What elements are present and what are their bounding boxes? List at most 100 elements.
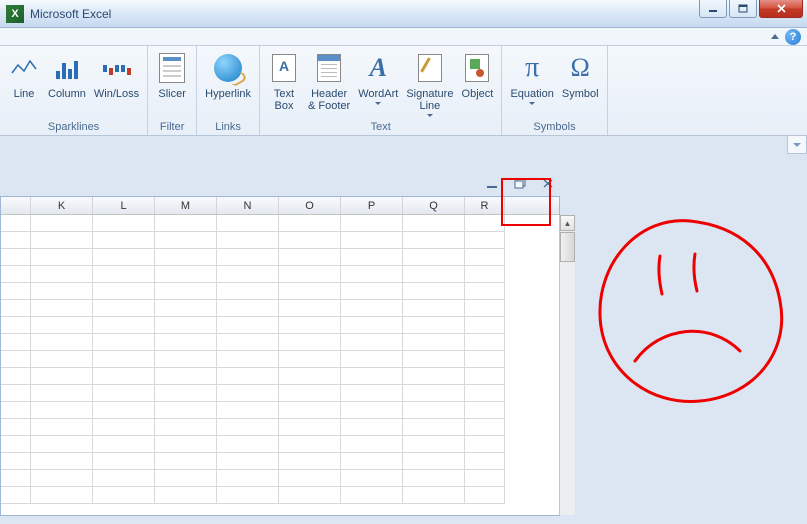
cell[interactable] xyxy=(279,283,341,300)
cell[interactable] xyxy=(1,249,31,266)
cell[interactable] xyxy=(465,402,505,419)
cell[interactable] xyxy=(1,215,31,232)
formula-bar-expand[interactable] xyxy=(787,136,807,154)
cell[interactable] xyxy=(279,334,341,351)
cell[interactable] xyxy=(279,436,341,453)
spreadsheet-grid[interactable] xyxy=(1,215,559,504)
cell[interactable] xyxy=(403,215,465,232)
column-header[interactable] xyxy=(1,197,31,214)
cell[interactable] xyxy=(93,436,155,453)
vertical-scrollbar[interactable]: ▲ xyxy=(559,215,575,515)
cell[interactable] xyxy=(403,232,465,249)
cell[interactable] xyxy=(403,266,465,283)
cell[interactable] xyxy=(217,470,279,487)
cell[interactable] xyxy=(403,249,465,266)
cell[interactable] xyxy=(93,351,155,368)
column-header[interactable]: N xyxy=(217,197,279,214)
cell[interactable] xyxy=(93,368,155,385)
cell[interactable] xyxy=(155,453,217,470)
cell[interactable] xyxy=(403,300,465,317)
cell[interactable] xyxy=(31,419,93,436)
cell[interactable] xyxy=(465,436,505,453)
cell[interactable] xyxy=(217,215,279,232)
cell[interactable] xyxy=(93,334,155,351)
help-icon[interactable]: ? xyxy=(785,29,801,45)
cell[interactable] xyxy=(341,334,403,351)
cell[interactable] xyxy=(155,487,217,504)
cell[interactable] xyxy=(341,266,403,283)
cell[interactable] xyxy=(403,334,465,351)
cell[interactable] xyxy=(93,317,155,334)
cell[interactable] xyxy=(93,402,155,419)
cell[interactable] xyxy=(279,402,341,419)
cell[interactable] xyxy=(31,368,93,385)
cell[interactable] xyxy=(279,419,341,436)
line-button[interactable]: Line xyxy=(4,48,44,119)
cell[interactable] xyxy=(93,487,155,504)
cell[interactable] xyxy=(31,453,93,470)
cell[interactable] xyxy=(155,351,217,368)
cell[interactable] xyxy=(279,470,341,487)
cell[interactable] xyxy=(465,351,505,368)
cell[interactable] xyxy=(465,283,505,300)
cell[interactable] xyxy=(403,436,465,453)
cell[interactable] xyxy=(341,232,403,249)
cell[interactable] xyxy=(465,334,505,351)
cell[interactable] xyxy=(465,419,505,436)
cell[interactable] xyxy=(465,266,505,283)
cell[interactable] xyxy=(155,385,217,402)
cell[interactable] xyxy=(155,232,217,249)
cell[interactable] xyxy=(341,487,403,504)
cell[interactable] xyxy=(465,232,505,249)
column-button[interactable]: Column xyxy=(44,48,90,119)
minimize-ribbon-icon[interactable] xyxy=(771,34,779,39)
cell[interactable] xyxy=(465,249,505,266)
cell[interactable] xyxy=(403,453,465,470)
cell[interactable] xyxy=(465,385,505,402)
cell[interactable] xyxy=(31,249,93,266)
scroll-thumb[interactable] xyxy=(560,232,575,262)
cell[interactable] xyxy=(279,232,341,249)
cell[interactable] xyxy=(155,283,217,300)
signature-line-button[interactable]: SignatureLine xyxy=(402,48,457,119)
cell[interactable] xyxy=(93,300,155,317)
maximize-button[interactable] xyxy=(729,0,757,18)
cell[interactable] xyxy=(465,453,505,470)
cell[interactable] xyxy=(31,334,93,351)
object-button[interactable]: Object xyxy=(457,48,497,119)
hyperlink-button[interactable]: Hyperlink xyxy=(201,48,255,119)
cell[interactable] xyxy=(341,385,403,402)
workbook-minimize-button[interactable] xyxy=(485,177,499,190)
cell[interactable] xyxy=(31,436,93,453)
cell[interactable] xyxy=(217,351,279,368)
scroll-up-button[interactable]: ▲ xyxy=(560,215,575,231)
cell[interactable] xyxy=(279,368,341,385)
cell[interactable] xyxy=(1,453,31,470)
close-button[interactable] xyxy=(759,0,803,18)
cell[interactable] xyxy=(217,283,279,300)
column-header[interactable]: R xyxy=(465,197,505,214)
cell[interactable] xyxy=(465,215,505,232)
cell[interactable] xyxy=(31,300,93,317)
cell[interactable] xyxy=(31,487,93,504)
cell[interactable] xyxy=(155,334,217,351)
cell[interactable] xyxy=(403,368,465,385)
cell[interactable] xyxy=(31,470,93,487)
cell[interactable] xyxy=(31,385,93,402)
cell[interactable] xyxy=(1,470,31,487)
cell[interactable] xyxy=(279,300,341,317)
cell[interactable] xyxy=(341,300,403,317)
cell[interactable] xyxy=(403,351,465,368)
cell[interactable] xyxy=(217,436,279,453)
cell[interactable] xyxy=(217,266,279,283)
cell[interactable] xyxy=(217,232,279,249)
cell[interactable] xyxy=(1,419,31,436)
cell[interactable] xyxy=(155,470,217,487)
cell[interactable] xyxy=(31,232,93,249)
wordart-button[interactable]: AWordArt xyxy=(354,48,402,119)
cell[interactable] xyxy=(465,368,505,385)
cell[interactable] xyxy=(93,232,155,249)
cell[interactable] xyxy=(403,385,465,402)
cell[interactable] xyxy=(403,419,465,436)
cell[interactable] xyxy=(403,470,465,487)
